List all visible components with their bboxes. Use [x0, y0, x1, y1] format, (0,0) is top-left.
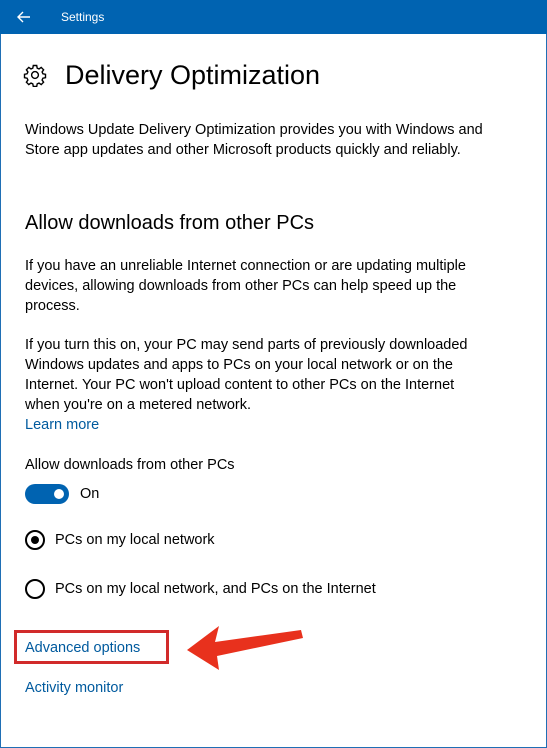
toggle-label: Allow downloads from other PCs [25, 457, 235, 473]
allow-downloads-toggle[interactable] [25, 484, 69, 504]
toggle-state-text: On [80, 486, 100, 502]
radio-local-network[interactable]: PCs on my local network [25, 529, 215, 551]
radio-label: PCs on my local network, and PCs on the … [55, 581, 376, 597]
activity-monitor-link[interactable]: Activity monitor [25, 678, 123, 698]
intro-text: Windows Update Delivery Optimization pro… [25, 122, 483, 158]
back-button[interactable] [0, 0, 48, 34]
learn-more-link[interactable]: Learn more [25, 415, 99, 435]
advanced-options-link[interactable]: Advanced options [25, 638, 140, 658]
description-paragraph-1: If you have an unreliable Internet conne… [25, 258, 466, 314]
radio-button-unselected[interactable] [25, 579, 45, 599]
radio-label: PCs on my local network [55, 532, 215, 548]
title-bar: Settings [0, 0, 547, 34]
toggle-knob [54, 489, 64, 499]
section-title: Allow downloads from other PCs [25, 212, 315, 234]
radio-dot [31, 536, 39, 544]
radio-local-and-internet[interactable]: PCs on my local network, and PCs on the … [25, 578, 376, 600]
gear-icon [23, 64, 47, 87]
description-paragraph-2: If you turn this on, your PC may send pa… [25, 337, 468, 413]
window-title: Settings [61, 10, 105, 24]
radio-button-selected[interactable] [25, 530, 45, 550]
back-arrow-icon [17, 11, 30, 23]
page-title: Delivery Optimization [65, 60, 321, 90]
annotation-arrow-icon [187, 626, 303, 670]
